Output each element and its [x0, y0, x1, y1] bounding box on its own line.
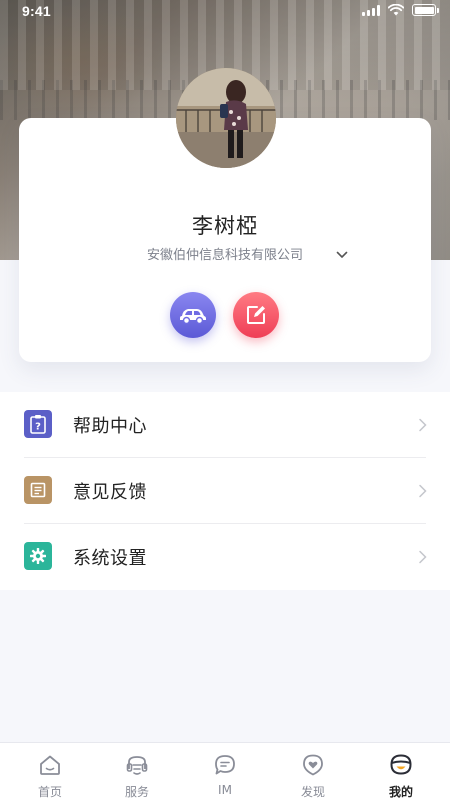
user-name: 李树椏 — [192, 214, 258, 238]
edit-icon — [247, 306, 265, 324]
battery-icon — [412, 4, 439, 16]
menu-item-system-settings[interactable]: 系统设置 — [0, 524, 450, 590]
car-icon — [180, 309, 206, 325]
bottom-tab-bar: 首页 服务 IM 发现 我的 — [0, 742, 450, 800]
tab-label-im: IM — [218, 783, 232, 797]
chevron-right-icon — [419, 550, 427, 564]
profile-icon — [390, 754, 412, 775]
tab-im[interactable]: IM — [180, 743, 270, 800]
menu-item-feedback[interactable]: 意见反馈 — [0, 458, 450, 524]
tab-service[interactable]: 服务 — [92, 743, 182, 800]
home-icon — [40, 755, 60, 775]
company-selector[interactable]: 安徽伯仲信息科技有限公司 — [19, 244, 431, 263]
menu-label-system-settings: 系统设置 — [73, 548, 147, 569]
vehicle-button[interactable] — [170, 292, 216, 338]
chevron-down-icon[interactable] — [335, 248, 349, 262]
service-icon — [126, 756, 148, 775]
cellular-signal-icon — [362, 4, 380, 16]
menu-item-help-center[interactable]: ? 帮助中心 — [0, 392, 450, 458]
company-name: 安徽伯仲信息科技有限公司 — [146, 248, 303, 263]
menu-label-feedback: 意见反馈 — [73, 482, 147, 503]
tab-label-discover: 发现 — [300, 785, 325, 799]
discover-heart-icon — [303, 754, 323, 776]
status-time: 9:41 — [22, 3, 51, 19]
chat-icon — [215, 755, 235, 775]
status-bar: 9:41 — [0, 0, 450, 22]
chevron-right-icon — [419, 418, 427, 432]
status-indicators — [362, 4, 439, 16]
settings-menu: ? 帮助中心 意见反馈 系统设置 — [0, 392, 450, 590]
user-avatar[interactable] — [176, 68, 276, 168]
feedback-note-icon — [24, 476, 52, 504]
chevron-right-icon — [419, 484, 427, 498]
tab-discover[interactable]: 发现 — [268, 743, 358, 800]
edit-button[interactable] — [233, 292, 279, 338]
avatar-photo — [176, 68, 276, 168]
svg-text:?: ? — [35, 422, 41, 433]
help-clipboard-icon: ? — [24, 410, 52, 438]
settings-gear-icon — [24, 542, 52, 570]
menu-label-help-center: 帮助中心 — [73, 416, 147, 437]
tab-label-home: 首页 — [37, 785, 62, 799]
tab-label-service: 服务 — [124, 785, 149, 799]
tab-mine[interactable]: 我的 — [356, 743, 446, 800]
tab-label-mine: 我的 — [388, 785, 413, 799]
wifi-icon — [388, 4, 404, 16]
tab-home[interactable]: 首页 — [5, 743, 95, 800]
